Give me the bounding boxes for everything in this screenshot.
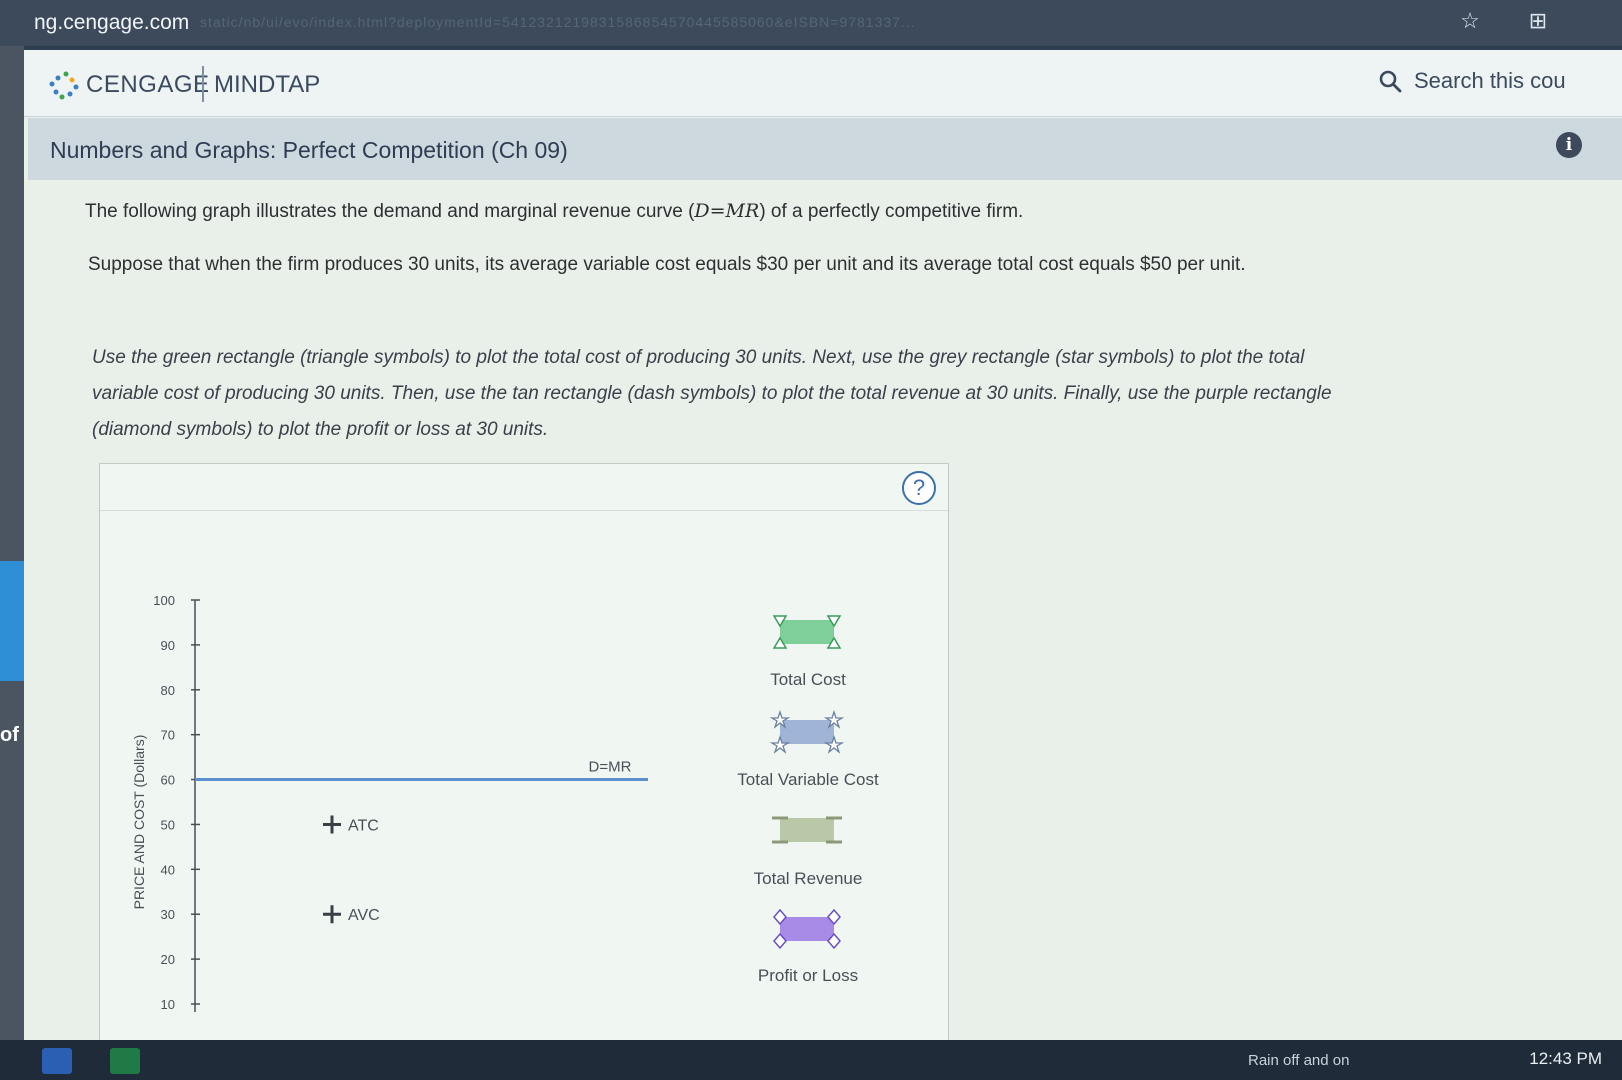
system-clock[interactable]: 12:43 PM bbox=[1529, 1049, 1602, 1069]
question-intro: The following graph illustrates the dema… bbox=[85, 200, 1023, 223]
y-tick-label: 60 bbox=[161, 773, 175, 788]
url-text[interactable]: ng.cengage.com bbox=[34, 11, 189, 35]
course-search[interactable]: Search this cou bbox=[1378, 68, 1566, 94]
intro-math: D=MR bbox=[694, 200, 760, 222]
cengage-logo-icon bbox=[49, 71, 79, 100]
search-icon bbox=[1379, 70, 1402, 93]
profit-or-loss-label: Profit or Loss bbox=[757, 966, 859, 985]
y-tick-label: 10 bbox=[161, 997, 175, 1012]
profit-or-loss-rectangle-tool[interactable] bbox=[768, 907, 846, 951]
instruction-line: Use the green rectangle (triangle symbol… bbox=[92, 347, 1305, 368]
word-app-icon[interactable] bbox=[42, 1048, 72, 1074]
y-tick-label: 90 bbox=[161, 638, 175, 653]
point-marker-avc bbox=[323, 905, 341, 924]
favorites-icon[interactable]: ☆ bbox=[1455, 6, 1485, 36]
y-tick-label: 40 bbox=[161, 862, 175, 877]
point-marker-atc bbox=[323, 815, 341, 834]
total-variable-cost-label: Total Variable Cost bbox=[737, 770, 879, 789]
instruction-line: variable cost of producing 30 units. The… bbox=[92, 383, 1332, 404]
intro-text-start: The following graph illustrates the dema… bbox=[85, 201, 695, 222]
browser-url-bar: ng.cengage.com static/nb/ui/evo/index.ht… bbox=[0, 0, 1622, 46]
mindtap-header: CENGAGE MINDTAP Search this cou bbox=[24, 50, 1622, 117]
point-label-atc: ATC bbox=[348, 817, 379, 834]
demand-mr-label: D=MR bbox=[589, 759, 632, 776]
url-path-text[interactable]: static/nb/ui/evo/index.html?deploymentId… bbox=[200, 14, 916, 30]
excel-app-icon[interactable] bbox=[110, 1048, 140, 1074]
question-instructions: Use the green rectangle (triangle symbol… bbox=[92, 340, 1472, 448]
total-cost-rectangle-tool[interactable] bbox=[768, 612, 846, 652]
desktop-text: of bbox=[0, 724, 19, 746]
y-tick-label: 50 bbox=[161, 817, 175, 832]
windows-taskbar: Rain off and on 12:43 PM bbox=[0, 1040, 1622, 1080]
product-name[interactable]: MINDTAP bbox=[214, 71, 320, 99]
activity-title: Numbers and Graphs: Perfect Competition … bbox=[50, 137, 568, 163]
total-variable-cost-rectangle-tool[interactable] bbox=[768, 710, 846, 754]
total-cost-label: Total Cost bbox=[770, 670, 846, 689]
mindtap-page: CENGAGE MINDTAP Search this cou Numbers … bbox=[24, 50, 1622, 1045]
brand-divider bbox=[202, 66, 204, 102]
total-revenue-rectangle-tool[interactable] bbox=[768, 810, 846, 850]
weather-status[interactable]: Rain off and on bbox=[1248, 1052, 1349, 1069]
point-label-avc: AVC bbox=[348, 907, 380, 924]
question-cost-info: Suppose that when the firm produces 30 u… bbox=[88, 254, 1246, 275]
info-icon[interactable]: i bbox=[1556, 132, 1582, 158]
intro-text-end: ) of a perfectly competitive firm. bbox=[759, 201, 1024, 222]
y-tick-label: 80 bbox=[161, 683, 175, 698]
y-tick-label: 30 bbox=[161, 907, 175, 922]
activity-title-bar: Numbers and Graphs: Perfect Competition … bbox=[28, 118, 1622, 180]
y-tick-label: 70 bbox=[161, 728, 175, 743]
graph-panel-toolbar: ? bbox=[100, 464, 948, 511]
desktop-left-strip: of bbox=[0, 46, 48, 1046]
search-placeholder[interactable]: Search this cou bbox=[1414, 68, 1566, 94]
total-revenue-label: Total Revenue bbox=[753, 869, 863, 888]
brand-name[interactable]: CENGAGE bbox=[86, 71, 210, 99]
graph-panel: ? 100 90 80 70 60 50 40 30 20 10 PRICE AND COST (D… bbox=[99, 463, 949, 1045]
y-tick-label: 100 bbox=[153, 593, 175, 608]
instruction-line: (diamond symbols) to plot the profit or … bbox=[92, 419, 549, 440]
y-axis-label: PRICE AND COST (Dollars) bbox=[131, 735, 147, 910]
collections-icon[interactable]: ⊞ bbox=[1523, 6, 1553, 36]
help-button[interactable]: ? bbox=[902, 471, 936, 505]
y-tick-label: 20 bbox=[161, 952, 175, 967]
